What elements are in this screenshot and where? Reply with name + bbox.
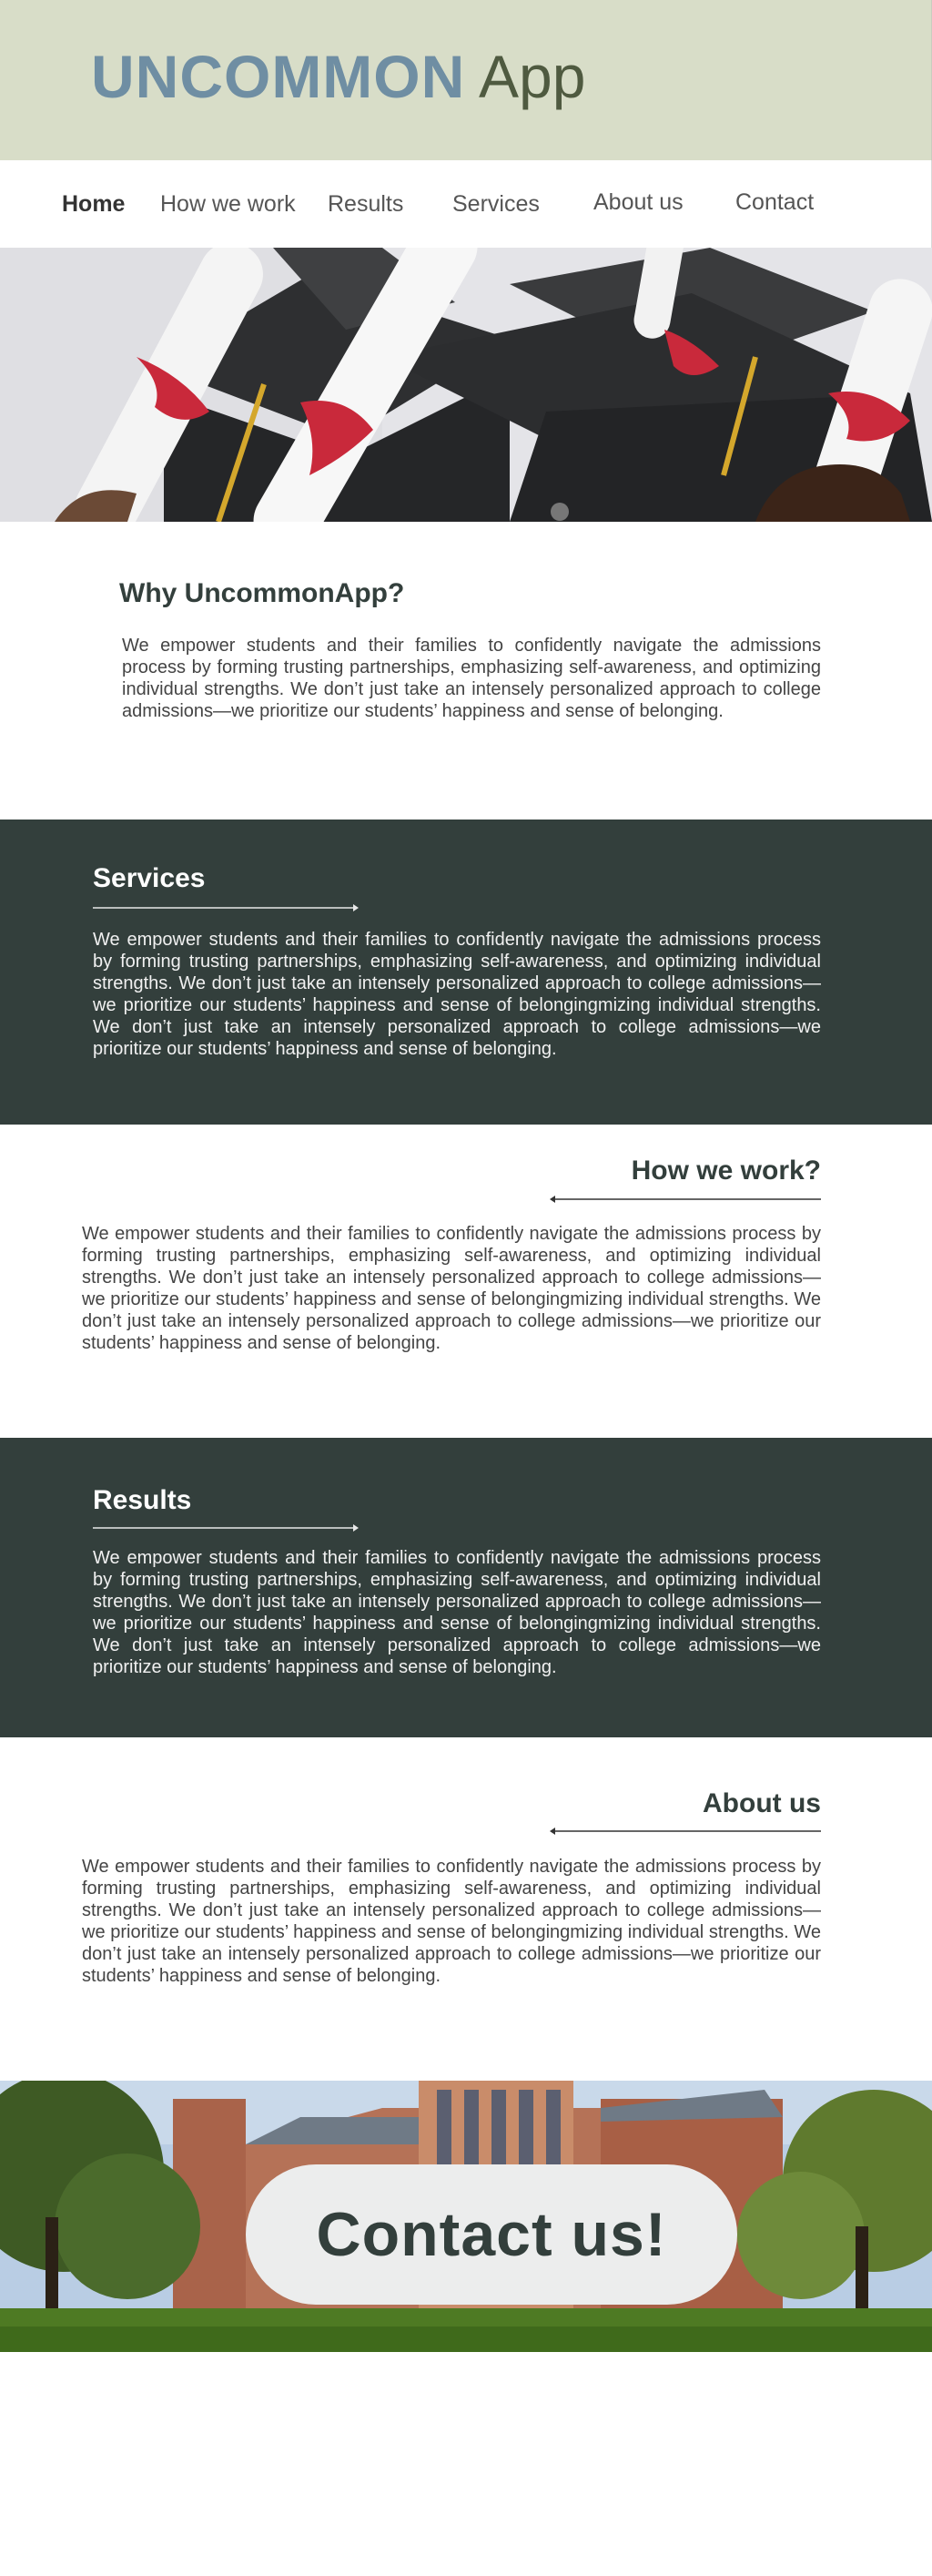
left-arrow-icon [550,1828,821,1835]
nav-about-us[interactable]: About us [593,189,684,216]
how-text: We empower students and their families t… [82,1224,821,1353]
why-text: We empower students and their families t… [122,636,821,721]
services-text: We empower students and their families t… [93,930,821,1059]
about-text: We empower students and their families t… [82,1857,821,1986]
results-title: Results [93,1485,192,1515]
left-arrow-icon [550,1196,821,1203]
nav-results[interactable]: Results [328,191,403,218]
page: UNCOMMON App Home How we work Results Se… [0,0,932,2576]
why-title: Why UncommonApp? [119,578,405,608]
graduation-illustration [0,248,932,522]
footer-blank [0,2352,932,2576]
contact-us-button[interactable]: Contact us! [246,2164,737,2305]
results-text: We empower students and their families t… [93,1548,821,1677]
results-section: Results We empower students and their fa… [0,1438,932,1737]
hero-image [0,248,932,522]
services-section: Services We empower students and their f… [0,820,932,1125]
nav-home[interactable]: Home [62,191,125,218]
campus-image: Contact us! [0,2081,932,2352]
about-title: About us [703,1788,821,1818]
how-title: How we work? [631,1156,821,1186]
services-title: Services [93,863,206,893]
logo-strong-text: UNCOMMON [91,43,466,110]
site-header: UNCOMMON App [0,0,932,160]
about-section: About us We empower students and their f… [0,1737,932,2081]
how-section: How we work? We empower students and the… [0,1125,932,1438]
why-section: Why UncommonApp? We empower students and… [0,522,932,820]
logo-light-text: App [479,43,586,110]
contact-us-label: Contact us! [316,2200,667,2269]
main-nav: Home How we work Results Services About … [0,160,932,248]
right-arrow-icon [93,904,359,911]
logo[interactable]: UNCOMMON App [91,44,585,109]
nav-how-we-work[interactable]: How we work [160,191,296,218]
nav-contact[interactable]: Contact [735,189,814,216]
right-arrow-icon [93,1524,359,1532]
nav-services[interactable]: Services [452,191,540,218]
